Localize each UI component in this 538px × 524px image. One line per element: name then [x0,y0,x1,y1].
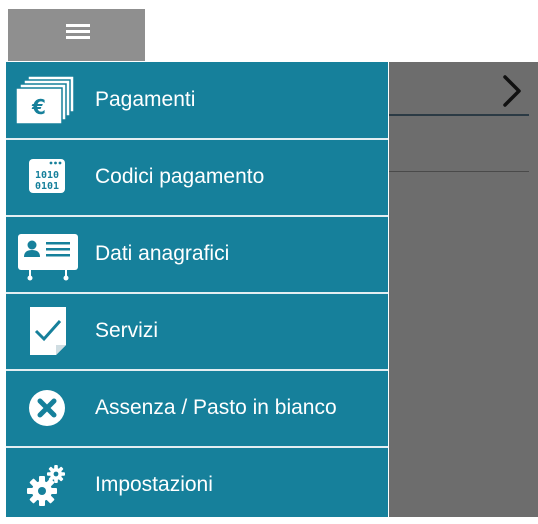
menu-item-dati-anagrafici[interactable]: Dati anagrafici [6,216,388,294]
menu-item-assenza-pasto-in-bianco[interactable]: Assenza / Pasto in bianco [6,370,388,448]
hamburger-icon [66,24,90,40]
x-circle-icon [29,390,65,426]
menu-item-servizi[interactable]: Servizi [6,293,388,371]
menu-item-pagamenti[interactable]: € Pagamenti [6,62,388,140]
divider [389,114,529,116]
binary-code-icon: 1010 0101 [29,159,65,193]
navigation-drawer: € Pagamenti 1010 0101 Codici pagamento D… [6,62,388,517]
background-scrim[interactable] [389,62,538,517]
gears-icon [27,465,65,506]
menu-item-impostazioni[interactable]: Impostazioni [6,447,388,524]
divider [389,171,529,172]
menu-item-label: Codici pagamento [95,165,265,188]
id-card-icon [18,234,78,281]
menu-item-label: Pagamenti [95,88,196,111]
menu-item-label: Impostazioni [95,473,213,496]
euro-symbol: € [31,95,46,119]
hamburger-menu-button[interactable] [8,9,145,61]
menu-item-label: Assenza / Pasto in bianco [95,396,337,419]
euro-bills-icon: € [16,75,75,125]
chevron-right-icon[interactable] [499,73,527,109]
menu-item-codici-pagamento[interactable]: 1010 0101 Codici pagamento [6,139,388,217]
binary-top: 1010 [35,170,59,181]
menu-item-label: Servizi [95,319,159,342]
binary-bottom: 0101 [35,181,59,192]
checkbox-document-icon [30,307,66,355]
menu-item-label: Dati anagrafici [95,242,230,265]
